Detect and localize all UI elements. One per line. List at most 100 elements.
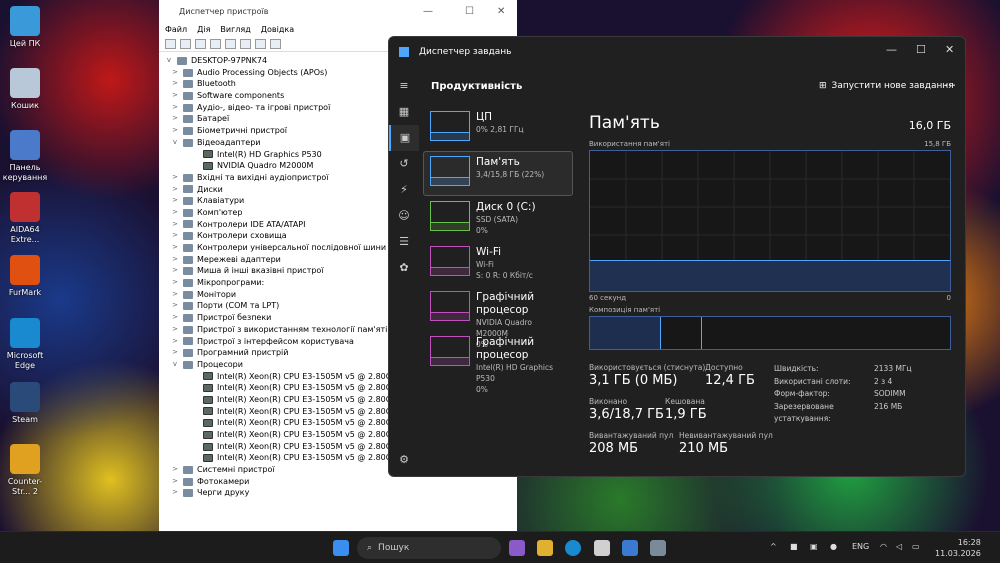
new-task-button[interactable]: ⊞ Запустити нове завдання bbox=[819, 81, 954, 91]
expand-icon[interactable]: > bbox=[171, 265, 179, 277]
expand-icon[interactable]: > bbox=[171, 476, 179, 488]
menu-icon[interactable]: ≡ bbox=[389, 73, 419, 99]
chevron-up-icon[interactable]: ^ bbox=[770, 542, 777, 551]
list-icon[interactable] bbox=[210, 38, 221, 49]
stat-value: 3,6/18,7 ГБ bbox=[589, 407, 664, 422]
perf-item[interactable]: Wi-Fi Wi-Fi S: 0 R: 0 Кбіт/с bbox=[423, 241, 573, 286]
expand-icon[interactable]: v bbox=[171, 137, 179, 149]
details-icon[interactable]: ☰ bbox=[389, 229, 419, 255]
volume-icon[interactable]: ◁ bbox=[896, 542, 902, 551]
expand-icon[interactable]: > bbox=[171, 113, 179, 125]
perf-thumbnail-fill bbox=[431, 176, 469, 185]
copilot-icon[interactable] bbox=[509, 540, 525, 556]
perf-thumbnail bbox=[430, 291, 470, 321]
tray-app-icon[interactable]: ▣ bbox=[810, 542, 818, 551]
help-icon[interactable] bbox=[225, 38, 236, 49]
expand-icon[interactable]: > bbox=[171, 300, 179, 312]
expand-icon[interactable]: > bbox=[171, 312, 179, 324]
services-icon[interactable]: ✿ bbox=[389, 255, 419, 281]
tree-item[interactable]: > Черги друку bbox=[165, 487, 517, 499]
update-driver-icon[interactable] bbox=[240, 38, 251, 49]
expand-icon[interactable]: > bbox=[171, 242, 179, 254]
device-icon bbox=[183, 477, 193, 486]
expand-icon[interactable]: > bbox=[171, 195, 179, 207]
expand-icon[interactable]: > bbox=[171, 78, 179, 90]
menu-item[interactable]: Дія bbox=[197, 25, 210, 34]
back-icon[interactable] bbox=[165, 38, 176, 49]
file-explorer-icon[interactable] bbox=[537, 540, 553, 556]
battery-icon[interactable]: ▭ bbox=[912, 542, 920, 551]
menu-item[interactable]: Вигляд bbox=[220, 25, 250, 34]
perf-item[interactable]: Пам'ять 3,4/15,8 ГБ (22%) bbox=[423, 151, 573, 196]
desktop-icon[interactable]: Steam bbox=[0, 382, 50, 425]
expand-icon[interactable]: > bbox=[171, 324, 179, 336]
startup-apps-icon[interactable]: ⚡ bbox=[389, 177, 419, 203]
desktop-icon[interactable]: Цей ПК bbox=[0, 6, 50, 49]
menu-item[interactable]: Файл bbox=[165, 25, 187, 34]
expand-icon[interactable]: > bbox=[171, 102, 179, 114]
expand-icon[interactable]: > bbox=[171, 464, 179, 476]
desktop-icon[interactable]: Кошик bbox=[0, 68, 50, 111]
expand-icon[interactable]: > bbox=[171, 184, 179, 196]
expand-icon[interactable]: > bbox=[171, 125, 179, 137]
minimize-icon[interactable]: — bbox=[423, 6, 433, 17]
task-manager-taskbar-icon[interactable] bbox=[622, 540, 638, 556]
perf-item-sub: Wi-Fi bbox=[476, 260, 494, 269]
store-icon[interactable] bbox=[594, 540, 610, 556]
expand-icon[interactable]: v bbox=[171, 359, 179, 371]
tree-item-label: Монітори bbox=[197, 289, 237, 299]
performance-icon[interactable]: ▣ bbox=[389, 125, 419, 151]
maximize-icon[interactable]: ☐ bbox=[465, 6, 474, 17]
device-manager-taskbar-icon[interactable] bbox=[650, 540, 666, 556]
start-icon[interactable] bbox=[333, 540, 349, 556]
minimize-icon[interactable]: — bbox=[886, 43, 897, 56]
monitor-icon[interactable] bbox=[270, 38, 281, 49]
users-icon[interactable]: ☺ bbox=[389, 203, 419, 229]
memory-properties: Швидкість: 2133 МГц Використані слоти: 2 з … bbox=[774, 363, 912, 426]
tray-status-icon[interactable]: ● bbox=[830, 542, 837, 551]
expand-icon[interactable]: > bbox=[171, 289, 179, 301]
perf-thumbnail-fill bbox=[431, 266, 469, 275]
tree-item[interactable]: > Фотокамери bbox=[165, 476, 517, 488]
stat-label: Кешована bbox=[665, 397, 705, 406]
settings-icon[interactable]: ⚙ bbox=[389, 453, 419, 466]
forward-icon[interactable] bbox=[180, 38, 191, 49]
expand-icon[interactable]: > bbox=[171, 230, 179, 242]
perf-item[interactable]: Диск 0 (C:) SSD (SATA) 0% bbox=[423, 196, 573, 241]
desktop-icon[interactable]: Microsoft Edge bbox=[0, 318, 50, 371]
close-icon[interactable]: ✕ bbox=[945, 43, 954, 56]
expand-icon[interactable]: > bbox=[171, 172, 179, 184]
more-options-icon[interactable]: ⋯ bbox=[944, 78, 956, 92]
search-box[interactable]: ⌕ Пошук bbox=[357, 537, 501, 559]
expand-icon[interactable]: > bbox=[171, 336, 179, 348]
clock[interactable]: 16:28 11.03.2026 bbox=[935, 537, 981, 559]
expand-icon[interactable]: > bbox=[171, 219, 179, 231]
processes-icon[interactable]: ▦ bbox=[389, 99, 419, 125]
expand-icon[interactable]: > bbox=[171, 277, 179, 289]
maximize-icon[interactable]: ☐ bbox=[916, 43, 926, 56]
desktop-icon[interactable]: AIDA64 Extre... bbox=[0, 192, 50, 245]
scan-icon[interactable] bbox=[255, 38, 266, 49]
perf-item-name: Диск 0 (C:) bbox=[476, 201, 536, 213]
edge-icon[interactable] bbox=[565, 540, 581, 556]
nvidia-tray-icon[interactable]: ■ bbox=[790, 542, 798, 551]
close-icon[interactable]: ✕ bbox=[497, 6, 505, 17]
expand-icon[interactable]: > bbox=[171, 207, 179, 219]
properties-icon[interactable] bbox=[195, 38, 206, 49]
desktop-icon[interactable]: FurMark bbox=[0, 255, 50, 298]
expand-icon[interactable]: > bbox=[171, 254, 179, 266]
expand-icon[interactable]: > bbox=[171, 347, 179, 359]
language-indicator[interactable]: ENG bbox=[852, 542, 869, 551]
desktop-icon[interactable]: Панель керування bbox=[0, 130, 50, 183]
perf-item[interactable]: ЦП 0% 2,81 ГГц bbox=[423, 106, 573, 151]
desktop-icon[interactable]: Counter-Str... 2 bbox=[0, 444, 50, 497]
perf-item[interactable]: Графічний процесор NVIDIA Quadro M2000M 0% bbox=[423, 286, 573, 349]
expand-icon[interactable]: > bbox=[171, 67, 179, 79]
expand-icon[interactable]: > bbox=[171, 487, 179, 499]
menu-item[interactable]: Довідка bbox=[261, 25, 294, 34]
app-history-icon[interactable]: ↺ bbox=[389, 151, 419, 177]
expand-icon[interactable]: > bbox=[171, 90, 179, 102]
wifi-icon[interactable]: ◠ bbox=[880, 542, 887, 551]
perf-item[interactable]: Графічний процесор Intel(R) HD Graphics P… bbox=[423, 331, 573, 394]
perf-item-sub: Intel(R) HD Graphics P530 bbox=[476, 363, 553, 383]
